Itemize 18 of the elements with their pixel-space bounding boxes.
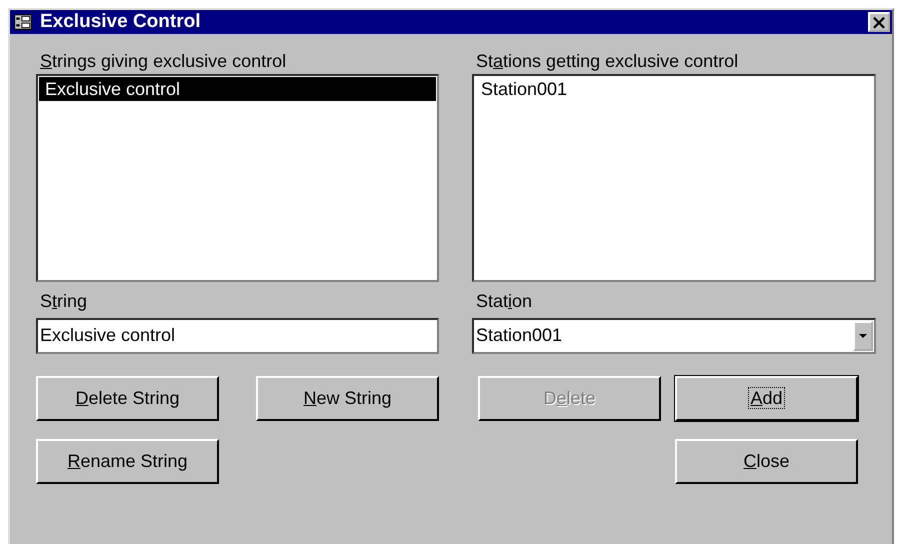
list-label: Strings giving exclusive control (39, 50, 288, 73)
list-item[interactable]: Exclusive control (39, 77, 436, 101)
text-field[interactable]: Exclusive control (36, 318, 439, 354)
close-button[interactable]: × (868, 12, 890, 32)
list-box[interactable]: Exclusive control (36, 74, 439, 282)
dialog-button[interactable]: Add (675, 376, 858, 421)
combo-box[interactable]: Station001 (472, 318, 876, 354)
list-label: Stations getting exclusive control (475, 50, 740, 73)
dialog-button[interactable]: Delete String (36, 376, 219, 421)
form-icon (14, 14, 32, 30)
field-label: String (39, 290, 88, 313)
list-item[interactable]: Station001 (475, 77, 873, 101)
list-box[interactable]: Station001 (472, 74, 876, 282)
dialog-button[interactable]: Close (675, 439, 858, 484)
dialog-button[interactable]: Rename String (36, 439, 219, 484)
dialog-button[interactable]: New String (256, 376, 439, 421)
field-label: Station (475, 290, 534, 313)
window-title: Exclusive Control (40, 11, 202, 33)
